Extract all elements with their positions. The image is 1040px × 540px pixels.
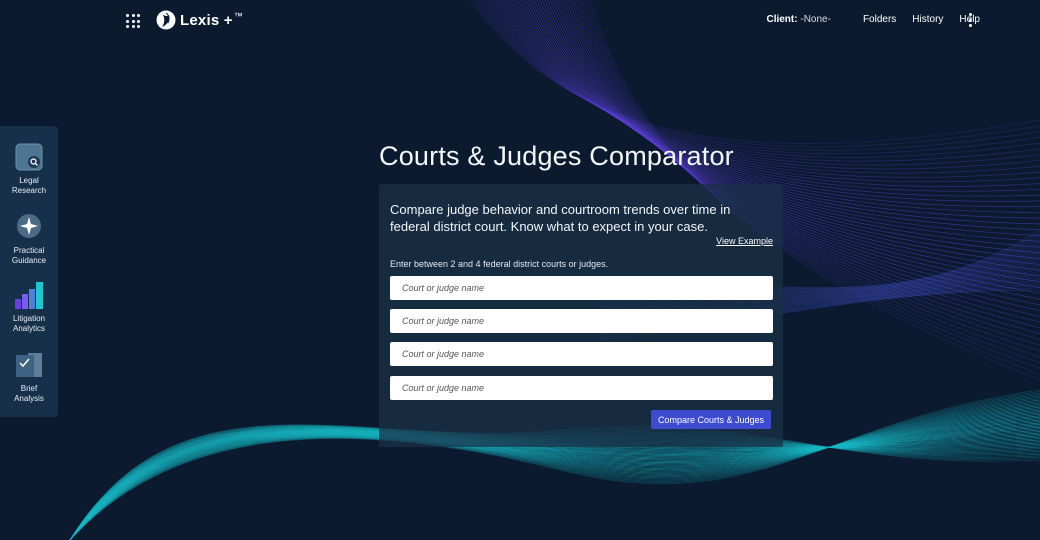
rail-item-litigation-analytics[interactable]: Litigation Analytics — [0, 280, 58, 334]
comparator-form-card: Compare judge behavior and courtroom tre… — [379, 184, 783, 447]
rail-item-label: Practical Guidance — [11, 246, 47, 265]
client-selector[interactable]: Client: -None- — [766, 14, 830, 25]
nav-history[interactable]: History — [912, 14, 943, 25]
court-or-judge-input-4[interactable] — [390, 376, 773, 400]
practical-guidance-icon — [17, 214, 41, 238]
lexis-plus-logo[interactable]: Lexis +™ — [156, 10, 243, 30]
top-navigation-bar: Lexis +™ Client: -None- Folders History … — [0, 0, 1040, 40]
legal-research-icon — [15, 143, 43, 171]
litigation-analytics-icon — [15, 282, 43, 309]
brief-analysis-icon — [16, 353, 42, 377]
court-or-judge-input-3[interactable] — [390, 342, 773, 366]
lexis-logo-mark-icon — [156, 10, 176, 30]
nav-folders[interactable]: Folders — [863, 14, 896, 25]
rail-item-label: Brief Analysis — [14, 384, 44, 403]
rail-item-label: Litigation Analytics — [12, 314, 46, 333]
app-launcher-grid-icon[interactable] — [126, 14, 140, 28]
brand-trademark: ™ — [233, 11, 243, 21]
intro-text: Compare judge behavior and courtroom tre… — [390, 202, 731, 234]
instruction-text: Enter between 2 and 4 federal district c… — [390, 259, 609, 269]
court-or-judge-input-1[interactable] — [390, 276, 773, 300]
header-nav: Client: -None- Folders History Help — [766, 14, 980, 25]
client-value: -None- — [800, 14, 831, 25]
more-options-kebab-icon[interactable] — [967, 13, 973, 27]
compare-courts-judges-button[interactable]: Compare Courts & Judges — [650, 410, 771, 429]
view-example-link[interactable]: View Example — [716, 236, 773, 246]
rail-item-practical-guidance[interactable]: Practical Guidance — [0, 212, 58, 266]
rail-item-label: Legal Research — [11, 176, 47, 195]
page-title: Courts & Judges Comparator — [379, 141, 734, 171]
left-product-rail: Legal Research Practical Guidance Litiga… — [0, 126, 58, 417]
brand-name: Lexis +™ — [180, 11, 243, 29]
rail-item-brief-analysis[interactable]: Brief Analysis — [0, 350, 58, 404]
court-or-judge-input-2[interactable] — [390, 309, 773, 333]
rail-item-legal-research[interactable]: Legal Research — [0, 142, 58, 196]
client-label: Client: — [766, 14, 798, 25]
